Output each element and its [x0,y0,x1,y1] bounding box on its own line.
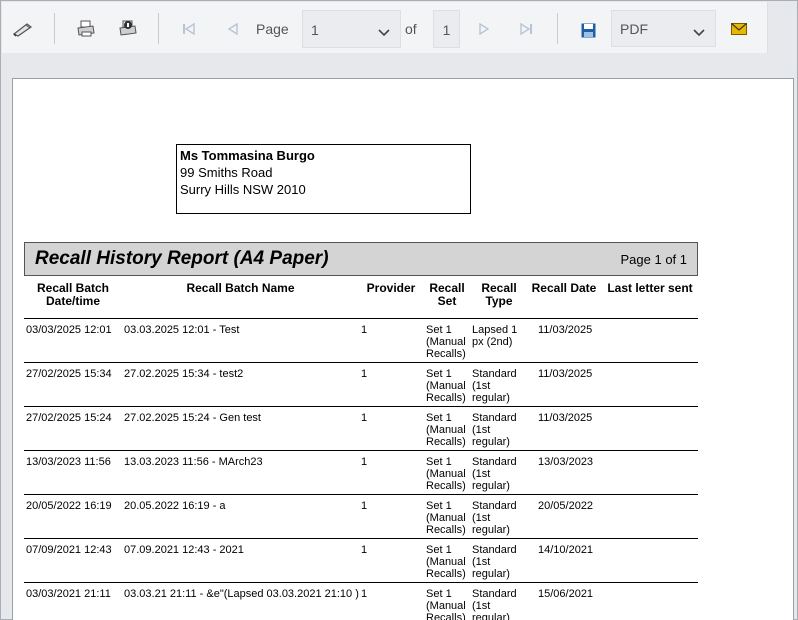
recall-date-cell: 13/03/2023 [538,456,594,468]
recall-set-cell: Set 1 (Manual Recalls) [426,588,466,620]
recall-date-cell: 11/03/2025 [538,412,593,424]
recall-set-cell: Set 1 (Manual Recalls) [426,368,466,404]
page-label: Page [256,21,289,37]
toolbar-separator [158,13,159,44]
batch-name-cell: 13.03.2023 11:56 - MArch23 [124,456,263,468]
recall-type-cell: Lapsed 1 px (2nd) [472,324,518,348]
last-page-icon[interactable] [517,21,535,37]
recall-date-cell: 14/10/2021 [538,544,594,556]
column-header-batch-date: Recall Batch Date/time [36,281,110,308]
recall-set-cell: Set 1 (Manual Recalls) [426,500,466,536]
page-select[interactable]: 1 [302,10,401,48]
email-icon[interactable] [730,21,748,37]
toolbar-separator [557,13,558,44]
export-format-select[interactable]: PDF [611,10,716,47]
previous-page-icon[interactable] [224,21,242,37]
report-page: Ms Tommasina Burgo 99 Smiths Road Surry … [12,78,794,620]
batch-name-cell: 07.09.2021 12:43 - 2021 [124,544,244,556]
recall-type-cell: Standard (1st regular) [472,456,517,492]
next-page-icon[interactable] [475,21,493,37]
recall-type-cell: Standard (1st regular) [472,588,517,620]
recall-set-cell: Set 1 (Manual Recalls) [426,456,466,492]
report-header-bar: Recall History Report (A4 Paper) Page 1 … [24,242,698,276]
report-viewer-frame: Page 1 of 1 PDF Ms Tommasina Burgo 99 Sm… [0,0,798,620]
address-block: Ms Tommasina Burgo 99 Smiths Road Surry … [176,144,471,214]
batch-name-cell: 27.02.2025 15:24 - Gen test [124,412,261,424]
provider-cell: 1 [361,588,368,600]
provider-cell: 1 [361,324,368,336]
batch-datetime-cell: 20/05/2022 16:19 [26,500,112,512]
page-select-value: 1 [311,22,319,38]
address-line-1: 99 Smiths Road [180,165,273,180]
batch-name-cell: 20.05.2022 16:19 - a [124,500,226,512]
report-title: Recall History Report (A4 Paper) [35,248,329,269]
table-row: 03/03/2021 21:11 03.03.21 21:11 - &e"(Lap… [24,582,698,620]
first-page-icon[interactable] [180,21,198,37]
table-row: 20/05/2022 16:19 20.05.2022 16:19 - a 1 Set… [24,494,698,538]
toolbar-separator [54,13,55,44]
column-header-batch-name: Recall Batch Name [186,281,295,295]
column-header-recall-set: Recall Set [429,281,465,308]
table-row: 27/02/2025 15:34 27.02.2025 15:34 - test2… [24,362,698,406]
batch-datetime-cell: 03/03/2021 21:11 [26,588,111,600]
column-header-last-letter: Last letter sent [607,281,693,295]
table-row: 13/03/2023 11:56 13.03.2023 11:56 - MArch… [24,450,698,494]
patient-name: Ms Tommasina Burgo [180,148,315,163]
of-label: of [405,21,417,37]
column-header-provider: Provider [366,281,416,295]
recall-set-cell: Set 1 (Manual Recalls) [426,412,466,448]
printer-icon[interactable] [74,18,98,40]
provider-cell: 1 [361,544,368,556]
chevron-down-icon [378,24,390,40]
provider-cell: 1 [361,412,368,424]
table-row: 27/02/2025 15:24 27.02.2025 15:24 - Gen t… [24,406,698,450]
batch-name-cell: 03.03.21 21:11 - &e"(Lapsed 03.03.2021 2… [124,588,359,600]
provider-cell: 1 [361,456,368,468]
batch-datetime-cell: 07/09/2021 12:43 [26,544,112,556]
recall-type-cell: Standard (1st regular) [472,500,517,536]
report-toolbar: Page 1 of 1 PDF [2,2,768,53]
recall-type-cell: Standard (1st regular) [472,544,517,580]
recall-type-cell: Standard (1st regular) [472,368,517,404]
page-count: 1 [433,10,460,48]
batch-datetime-cell: 13/03/2023 11:56 [26,456,111,468]
provider-cell: 1 [361,368,368,380]
recall-date-cell: 20/05/2022 [538,500,594,512]
batch-name-cell: 27.02.2025 15:34 - test2 [124,368,244,380]
column-header-recall-date: Recall Date [531,281,597,295]
batch-datetime-cell: 03/03/2025 12:01 [26,324,112,336]
table-row: 07/09/2021 12:43 07.09.2021 12:43 - 2021 1… [24,538,698,582]
provider-cell: 1 [361,500,368,512]
export-format-value: PDF [620,21,648,37]
recall-set-cell: Set 1 (Manual Recalls) [426,544,466,580]
batch-datetime-cell: 27/02/2025 15:34 [26,368,112,380]
chevron-down-icon [693,24,705,40]
batch-name-cell: 03.03.2025 12:01 - Test [124,324,240,336]
recall-date-cell: 11/03/2025 [538,324,593,336]
batch-datetime-cell: 27/02/2025 15:24 [26,412,112,424]
printer-setup-icon[interactable] [116,18,140,40]
recall-set-cell: Set 1 (Manual Recalls) [426,324,466,360]
pencil-icon[interactable] [11,19,35,39]
report-page-info: Page 1 of 1 [620,252,688,267]
table-row: 03/03/2025 12:01 03.03.2025 12:01 - Test 1… [24,318,698,362]
recall-date-cell: 11/03/2025 [538,368,593,380]
save-icon[interactable] [579,21,597,39]
address-line-2: Surry Hills NSW 2010 [180,182,306,197]
recall-date-cell: 15/06/2021 [538,588,594,600]
column-header-recall-type: Recall Type [481,281,517,308]
recall-type-cell: Standard (1st regular) [472,412,517,448]
